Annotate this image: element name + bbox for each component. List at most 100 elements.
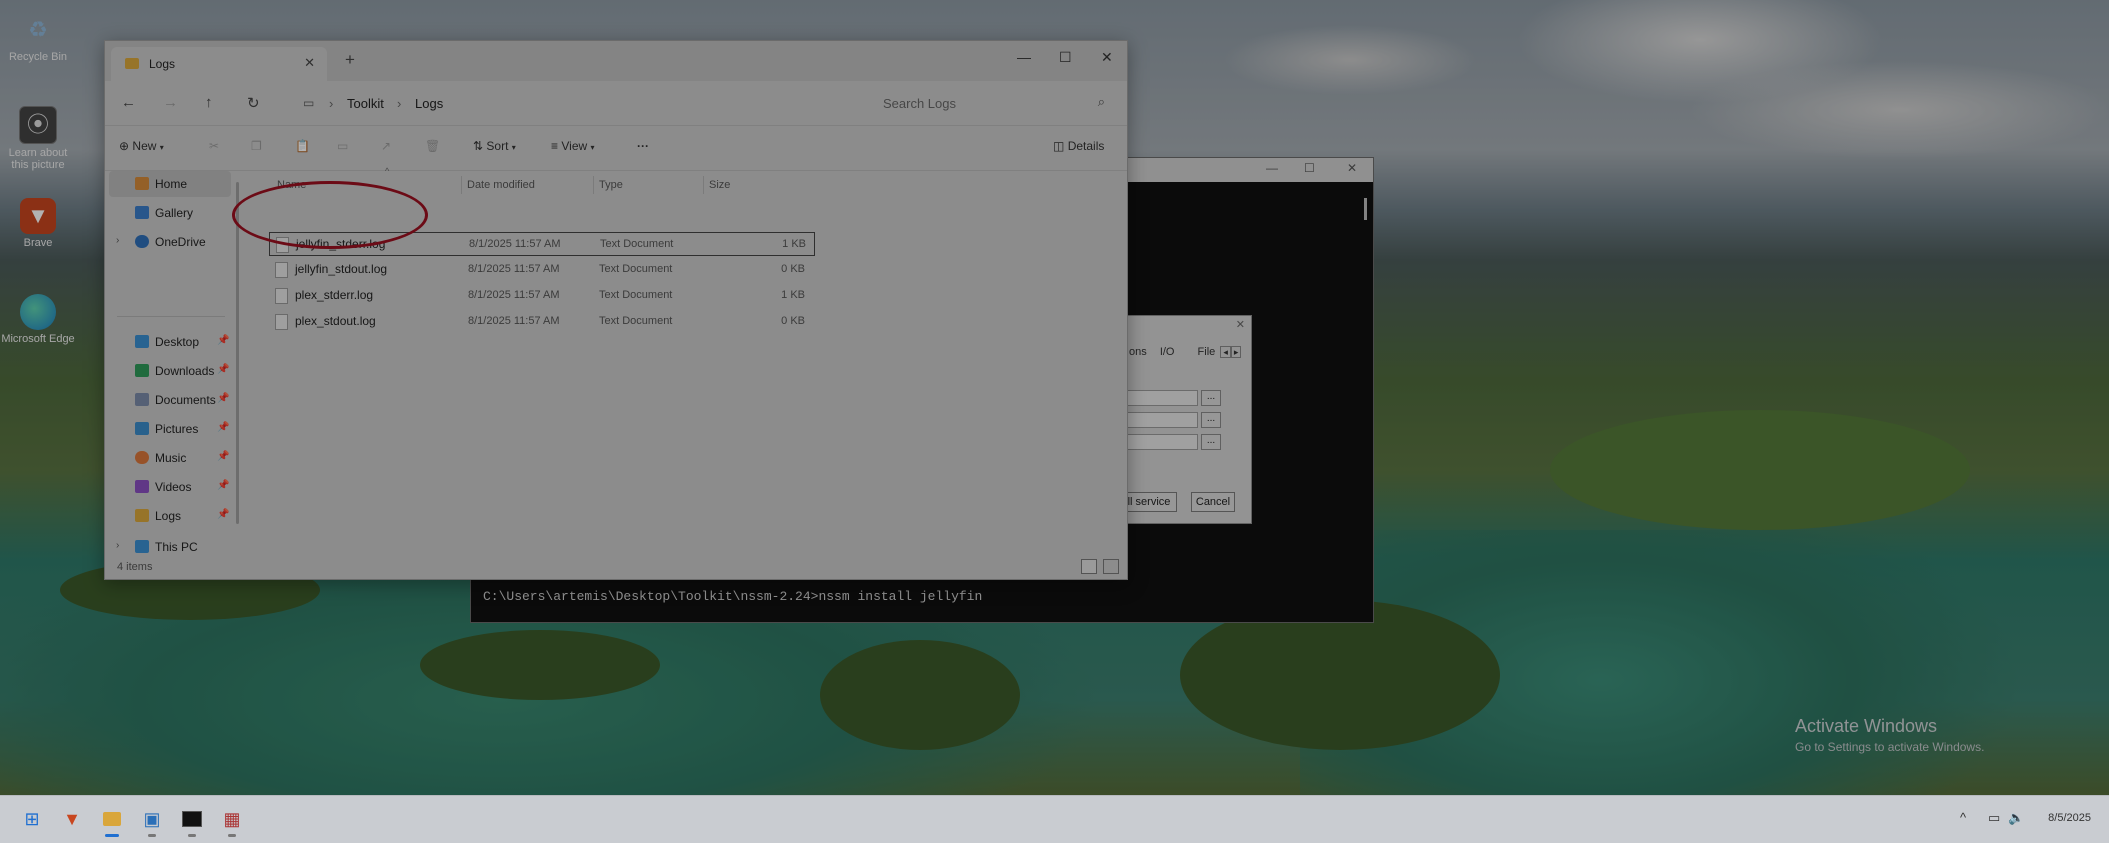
file-type: Text Document	[600, 238, 674, 250]
column-header-size[interactable]: Size	[709, 179, 730, 191]
search-input[interactable]: Search Logs ⌕	[871, 88, 1115, 117]
pin-icon: 📌	[217, 451, 230, 462]
rename-icon[interactable]: ▭	[337, 139, 348, 153]
tab-io[interactable]: I/O	[1160, 346, 1175, 358]
path-input[interactable]	[1121, 390, 1198, 406]
table-row[interactable]: jellyfin_stdout.log 8/1/2025 11:57 AM Te…	[269, 258, 813, 280]
details-view-icon[interactable]	[1081, 559, 1097, 574]
chevron-right-icon[interactable]: ▸	[1230, 346, 1242, 358]
volume-icon[interactable]: 🔈	[2008, 810, 2024, 826]
sidebar-item-music[interactable]: Music 📌	[105, 445, 231, 471]
minimize-icon[interactable]: —	[1017, 49, 1031, 65]
cut-icon[interactable]: ✂	[209, 139, 219, 153]
chevron-left-icon[interactable]: ◂	[1220, 346, 1231, 358]
table-row[interactable]: plex_stderr.log 8/1/2025 11:57 AM Text D…	[269, 284, 813, 306]
file-explorer-icon[interactable]	[97, 804, 127, 837]
pin-icon: 📌	[217, 480, 230, 491]
documents-icon	[135, 393, 149, 406]
browse-button[interactable]: ...	[1201, 390, 1221, 406]
browse-button[interactable]: ...	[1201, 412, 1221, 428]
view-button[interactable]: ≡ View ▾	[551, 139, 595, 153]
wallpaper-island	[1550, 410, 1970, 530]
breadcrumb-item[interactable]: Toolkit	[347, 96, 384, 111]
app-icon[interactable]: ▦	[217, 804, 247, 837]
console-scrollbar[interactable]	[1364, 198, 1367, 220]
cancel-button[interactable]: Cancel	[1191, 492, 1235, 512]
navigation-scrollbar[interactable]	[236, 182, 239, 524]
sidebar-item-documents[interactable]: Documents 📌	[105, 387, 231, 413]
chevron-down-icon: ▾	[511, 143, 516, 152]
pin-icon: 📌	[217, 335, 230, 346]
close-icon[interactable]: ✕	[304, 55, 315, 71]
desktop-icon-learn-picture[interactable]: ⦿ Learn about this picture	[0, 106, 76, 171]
sidebar-item-pictures[interactable]: Pictures 📌	[105, 416, 231, 442]
wallpaper-island	[820, 640, 1020, 750]
tiles-view-icon[interactable]	[1103, 559, 1119, 574]
terminal-icon[interactable]	[177, 804, 207, 837]
column-header-type[interactable]: Type	[599, 179, 623, 191]
sidebar-item-this-pc[interactable]: › This PC	[105, 540, 231, 558]
desktop-icon-label: Microsoft Edge	[1, 333, 75, 345]
monitor-icon[interactable]: ▣	[137, 804, 167, 837]
pin-icon: 📌	[217, 364, 230, 375]
forward-arrow-icon[interactable]: →	[163, 94, 178, 111]
clock[interactable]: 8/5/2025	[2048, 812, 2091, 824]
computer-icon	[135, 540, 149, 553]
sidebar-item-gallery[interactable]: Gallery	[105, 200, 231, 226]
up-arrow-icon[interactable]: ↑	[205, 94, 213, 111]
install-service-button[interactable]: ll service	[1121, 492, 1177, 512]
desktop-icon-edge[interactable]: Microsoft Edge	[0, 294, 76, 345]
back-arrow-icon[interactable]: ←	[121, 94, 136, 111]
close-icon[interactable]: ✕	[1236, 318, 1245, 331]
path-input[interactable]	[1121, 412, 1198, 428]
chevron-up-icon[interactable]: ^	[1960, 810, 1966, 825]
file-size: 1 KB	[781, 289, 805, 301]
brave-icon[interactable]: ▼	[57, 804, 87, 834]
text-file-icon	[275, 288, 288, 304]
close-icon[interactable]: ✕	[1101, 49, 1113, 66]
desktop-icon-recycle-bin[interactable]: ♻ Recycle Bin	[0, 12, 76, 64]
sidebar-item-home[interactable]: Home	[109, 171, 231, 197]
chevron-right-icon[interactable]: ›	[116, 235, 119, 246]
sidebar-item-label: Gallery	[155, 206, 194, 220]
file-date: 8/1/2025 11:57 AM	[468, 315, 560, 327]
nssm-dialog[interactable]: ✕ ons I/O File ◂ ▸ ... ... ... ll service…	[1120, 315, 1252, 524]
details-label: Details	[1067, 139, 1105, 153]
minimize-icon[interactable]: —	[1266, 161, 1278, 175]
paste-icon[interactable]: 📋	[295, 139, 310, 153]
new-button[interactable]: ⊕ New ▾	[119, 139, 164, 153]
chevron-right-icon[interactable]: ›	[116, 540, 119, 551]
desktop-icon-brave[interactable]: ▼ Brave	[0, 198, 76, 249]
sidebar-item-desktop[interactable]: Desktop 📌	[105, 329, 231, 355]
more-options-icon[interactable]: ···	[637, 139, 649, 153]
add-tab-icon[interactable]: +	[345, 50, 355, 70]
breadcrumb[interactable]: ▭ › Toolkit › Logs	[291, 88, 661, 117]
network-icon[interactable]: ▭	[1988, 810, 2000, 826]
file-explorer-window[interactable]: Logs ✕ + — ☐ ✕ ← → ↑ ↻ ▭ › Toolkit › Log…	[104, 40, 1128, 580]
tab-logs[interactable]: Logs ✕	[111, 47, 327, 81]
tab-file[interactable]: File	[1198, 346, 1216, 358]
windows-start-icon[interactable]: ⊞	[17, 804, 47, 834]
maximize-icon[interactable]: ☐	[1304, 161, 1315, 175]
copy-icon[interactable]: ❐	[251, 139, 262, 153]
breadcrumb-item[interactable]: Logs	[415, 96, 443, 111]
refresh-icon[interactable]: ↻	[247, 94, 260, 112]
delete-icon[interactable]: 🗑	[425, 139, 440, 153]
tab-options[interactable]: ons	[1129, 346, 1147, 358]
maximize-icon[interactable]: ☐	[1059, 49, 1072, 66]
browse-button[interactable]: ...	[1201, 434, 1221, 450]
close-icon[interactable]: ✕	[1347, 161, 1357, 175]
sidebar-item-logs[interactable]: Logs 📌	[105, 503, 231, 529]
column-header-date[interactable]: Date modified	[467, 179, 535, 191]
share-icon[interactable]: ↗	[381, 139, 391, 153]
divider	[593, 176, 594, 194]
sort-button[interactable]: ⇅ Sort ▾	[473, 139, 516, 153]
sidebar-item-videos[interactable]: Videos 📌	[105, 474, 231, 500]
sidebar-item-onedrive[interactable]: › OneDrive	[105, 229, 231, 255]
table-row[interactable]: plex_stdout.log 8/1/2025 11:57 AM Text D…	[269, 310, 813, 332]
chevron-right-icon: ›	[397, 96, 402, 111]
recycle-bin-icon: ♻	[28, 17, 48, 42]
details-button[interactable]: ◫ Details	[1053, 139, 1104, 153]
sidebar-item-downloads[interactable]: Downloads 📌	[105, 358, 231, 384]
path-input[interactable]	[1121, 434, 1198, 450]
